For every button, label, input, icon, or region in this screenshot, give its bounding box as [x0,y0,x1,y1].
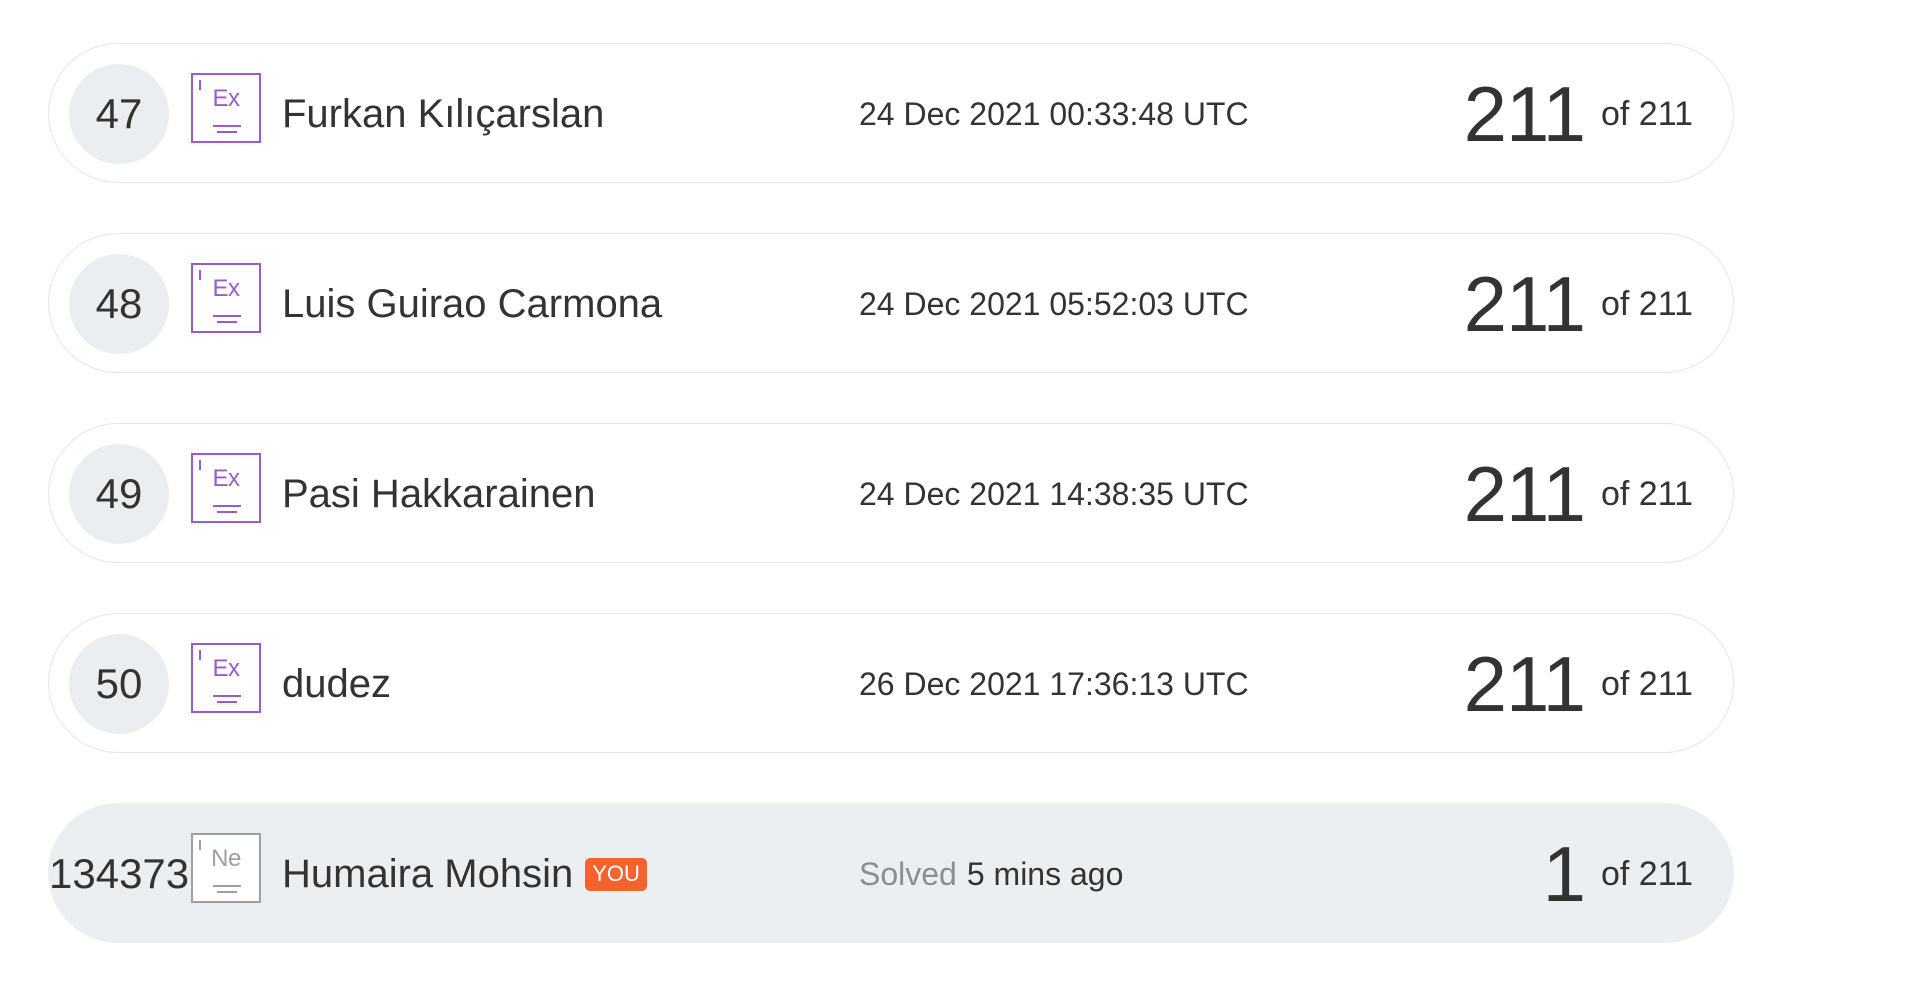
score-value: 1 [1542,829,1586,918]
score: 211 of 211 [1464,614,1693,754]
rank-circle: 49 [69,444,169,544]
score-total: of 211 [1600,474,1693,513]
solve-date: 24 Dec 2021 05:52:03 UTC [859,285,1249,322]
solve-date: 26 Dec 2021 17:36:13 UTC [859,665,1249,702]
you-badge: YOU [585,857,647,891]
expert-badge-icon: Ex [191,643,261,713]
badge-abbr: Ex [212,275,240,302]
leaderboard-row[interactable]: 48 Ex Luis Guirao Carmona 24 Dec 2021 05… [48,233,1734,373]
rank-circle: 48 [69,254,169,354]
score-value: 211 [1463,639,1586,728]
solve-date: 24 Dec 2021 00:33:48 UTC [859,95,1249,132]
newbie-badge-icon: Ne [191,833,261,903]
leaderboard: 47 Ex Furkan Kılıçarslan 24 Dec 2021 00:… [0,0,1918,996]
badge-abbr: Ne [211,845,241,872]
rank-circle: 50 [69,634,169,734]
leaderboard-row[interactable]: 50 Ex dudez 26 Dec 2021 17:36:13 UTC 211… [48,613,1734,753]
leaderboard-row[interactable]: 47 Ex Furkan Kılıçarslan 24 Dec 2021 00:… [48,43,1734,183]
rank-number: 134373 [49,850,190,897]
solve-status: Solved 5 mins ago [859,804,1123,944]
expert-badge-icon: Ex [191,73,261,143]
rank-circle: 47 [69,64,169,164]
score-total: of 211 [1600,284,1693,323]
solve-date: 24 Dec 2021 14:38:35 UTC [859,475,1249,512]
expert-badge-icon: Ex [191,453,261,523]
score-total: of 211 [1600,664,1693,703]
user-name-link[interactable]: Furkan Kılıçarslan [282,44,604,184]
score-total: of 211 [1600,854,1693,893]
current-user-row[interactable]: 134373 Ne Humaira Mohsin YOU Solved 5 mi… [48,803,1734,943]
badge-abbr: Ex [212,655,240,682]
user-name-link[interactable]: Pasi Hakkarainen [282,424,596,564]
badge-abbr: Ex [212,85,240,112]
user-name-link[interactable]: dudez [282,614,391,754]
score: 211 of 211 [1464,234,1693,374]
score: 211 of 211 [1464,424,1693,564]
score-value: 211 [1463,449,1586,538]
expert-badge-icon: Ex [191,263,261,333]
user-name-link[interactable]: Luis Guirao Carmona [282,234,662,374]
badge-abbr: Ex [212,465,240,492]
solved-label: Solved [859,855,957,892]
score-total: of 211 [1600,94,1693,133]
score-value: 211 [1463,69,1586,158]
solved-time: 5 mins ago [966,855,1124,892]
leaderboard-row[interactable]: 49 Ex Pasi Hakkarainen 24 Dec 2021 14:38… [48,423,1734,563]
score: 1 of 211 [1543,804,1693,944]
user-name-link[interactable]: Humaira Mohsin YOU [282,804,647,944]
user-name: Humaira Mohsin [282,851,574,896]
score-value: 211 [1463,259,1586,348]
score: 211 of 211 [1464,44,1693,184]
